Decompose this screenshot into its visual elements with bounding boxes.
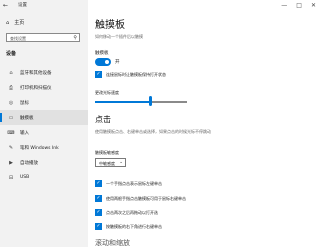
tap-twice-drag-checkbox[interactable]: ✓ 点击两次之后再拖动以打开选 [95, 209, 158, 216]
sensitivity-value: 中敏感度 [99, 161, 115, 166]
sidebar-home[interactable]: ⌂ 主页 [6, 19, 25, 27]
click-description: 使用触摸板点击、右键单击或选择，如果点击的时候光标不停跳动 [95, 129, 211, 134]
back-icon[interactable]: ← [3, 2, 8, 9]
checkbox-check-icon: ✓ [95, 71, 102, 78]
bluetooth-icon: ⌂ [9, 69, 13, 76]
page-title: 触摸板 [95, 20, 125, 31]
autoplay-icon: ▶ [9, 159, 13, 166]
checkbox-check-icon: ✓ [95, 180, 102, 187]
checkbox-label: 按触摸板的右下角进行右键单击 [106, 223, 162, 229]
speed-slider-thumb[interactable] [148, 96, 152, 106]
speed-slider-fill [95, 101, 151, 103]
sidebar-item-usb[interactable]: ⊟ USB [0, 170, 88, 185]
sidebar-item-label: 触摸板 [20, 115, 34, 121]
checkbox-check-icon: ✓ [95, 195, 102, 202]
speed-label: 更改光标速度 [95, 90, 119, 95]
sidebar-item-mouse[interactable]: ◎ 鼠标 [0, 95, 88, 110]
printer-icon: ⎙ [8, 84, 13, 91]
speed-slider-track[interactable] [95, 101, 187, 103]
window-title: 设置 [18, 3, 27, 8]
sidebar-item-label: USB [20, 175, 30, 180]
main-panel: 触摸板 如何移动一个插件后以触摸 触摸板 开 ✓ 连接鼠标时让触摸板保持打开状态… [95, 0, 320, 247]
checkbox-label: 一个手指点击表示鼠标左键单击 [106, 180, 162, 186]
sidebar-item-pen[interactable]: ✎ 笔和 Windows Ink [0, 140, 88, 155]
sidebar: ⌂ 主页 查找设置 ⚲ 设备 ⌂ 蓝牙和其他设备 ⎙ 打印机和扫描仪 ◎ 鼠标 ▭ 触摸板 ⌨ 输… [0, 0, 88, 247]
sidebar-item-touchpad[interactable]: ▭ 触摸板 [0, 110, 88, 125]
search-icon[interactable]: ⚲ [73, 35, 77, 41]
usb-icon: ⊟ [8, 174, 14, 181]
checkbox-label: 使用两根手指点击触摸板可用于鼠标右键单击 [106, 195, 186, 201]
sidebar-item-label: 自动播放 [20, 160, 38, 166]
sidebar-item-label: 输入 [20, 130, 29, 136]
checkbox-check-icon: ✓ [95, 223, 102, 230]
sidebar-item-label: 鼠标 [20, 100, 29, 106]
sidebar-item-bluetooth[interactable]: ⌂ 蓝牙和其他设备 [0, 65, 88, 80]
click-heading: 点击 [95, 115, 111, 124]
scroll-zoom-heading: 滚动和缩放 [95, 239, 130, 247]
sidebar-item-printer[interactable]: ⎙ 打印机和扫描仪 [0, 80, 88, 95]
toggle-state-text: 开 [115, 60, 120, 65]
sensitivity-label: 触摸板敏感度 [95, 150, 119, 155]
checkbox-check-icon: ✓ [95, 209, 102, 216]
pen-icon: ✎ [8, 144, 14, 151]
sidebar-item-autoplay[interactable]: ▶ 自动播放 [0, 155, 88, 170]
home-label: 主页 [14, 20, 25, 26]
touchpad-icon: ▭ [8, 114, 14, 121]
section-label: 设备 [6, 51, 17, 57]
sidebar-item-label: 蓝牙和其他设备 [20, 70, 52, 76]
checkbox-label: 点击两次之后再拖动以打开选 [106, 209, 158, 215]
mouse-icon: ◎ [8, 99, 14, 106]
checkbox-label: 连接鼠标时让触摸板保持打开状态 [106, 71, 166, 77]
sidebar-item-label: 打印机和扫描仪 [20, 85, 52, 91]
sidebar-item-label: 笔和 Windows Ink [20, 145, 59, 151]
sidebar-nav: ⌂ 蓝牙和其他设备 ⎙ 打印机和扫描仪 ◎ 鼠标 ▭ 触摸板 ⌨ 输入 ✎ 笔和 Windows In… [0, 65, 88, 185]
bottom-right-click-checkbox[interactable]: ✓ 按触摸板的右下角进行右键单击 [95, 223, 162, 230]
chevron-down-icon: ⌄ [119, 160, 123, 165]
search-placeholder: 查找设置 [10, 36, 26, 41]
keyboard-icon: ⌨ [7, 129, 15, 136]
touchpad-toggle[interactable] [95, 58, 111, 66]
search-input[interactable]: 查找设置 ⚲ [6, 33, 80, 42]
sidebar-item-keyboard[interactable]: ⌨ 输入 [0, 125, 88, 140]
sensitivity-dropdown[interactable]: 中敏感度 ⌄ [95, 158, 126, 167]
single-tap-checkbox[interactable]: ✓ 一个手指点击表示鼠标左键单击 [95, 180, 162, 187]
home-icon: ⌂ [6, 19, 10, 26]
two-finger-tap-checkbox[interactable]: ✓ 使用两根手指点击触摸板可用于鼠标右键单击 [95, 195, 186, 202]
keep-on-with-mouse-checkbox[interactable]: ✓ 连接鼠标时让触摸板保持打开状态 [95, 71, 166, 78]
page-description: 如何移动一个插件后以触摸 [95, 34, 143, 39]
touchpad-label: 触摸板 [95, 51, 109, 56]
